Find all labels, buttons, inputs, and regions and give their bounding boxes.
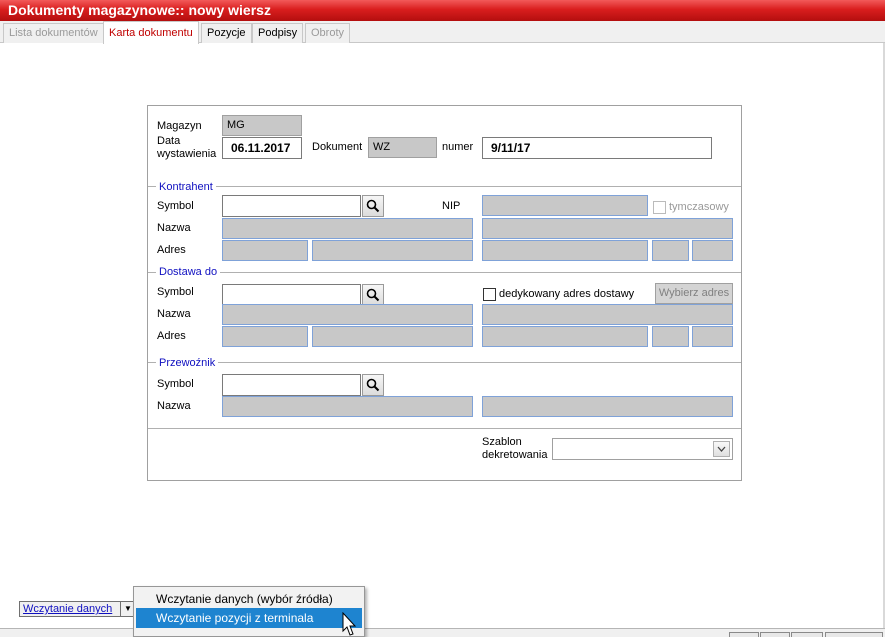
tab-lista-dokumentow[interactable]: Lista dokumentów [3, 23, 104, 43]
dostawa-adres-field-5[interactable] [692, 326, 733, 347]
window-title: Dokumenty magazynowe:: nowy wiersz [0, 0, 885, 21]
menu-item-wybor-zrodla[interactable]: Wczytanie danych (wybór źródła) [136, 589, 362, 609]
tymczasowy-checkbox[interactable] [653, 201, 666, 214]
dostawa-nazwa-field[interactable] [222, 304, 473, 325]
dostawa-symbol-label: Symbol [157, 286, 194, 298]
dostawa-adres-field-2[interactable] [312, 326, 473, 347]
dostawa-symbol-input[interactable] [222, 284, 361, 306]
wczytanie-danych-label[interactable]: Wczytanie danych [20, 602, 121, 616]
tab-pozycje[interactable]: Pozycje [201, 23, 252, 43]
dokument-field[interactable]: WZ [368, 137, 437, 158]
przewoznik-nazwa-label: Nazwa [157, 400, 191, 412]
status-button-4[interactable] [825, 632, 883, 637]
wybierz-adres-button[interactable]: Wybierz adres [655, 283, 733, 304]
data-label-line2: wystawienia [157, 148, 217, 160]
chevron-down-icon [717, 446, 726, 452]
przewoznik-nazwa-field[interactable] [222, 396, 473, 417]
status-button-3[interactable] [791, 632, 823, 637]
kontrahent-adres-field-2[interactable] [312, 240, 473, 261]
dostawa-adres-field-1[interactable] [222, 326, 308, 347]
status-button-1[interactable] [729, 632, 759, 637]
kontrahent-symbol-label: Symbol [157, 200, 194, 212]
dostawa-nazwa-label: Nazwa [157, 308, 191, 320]
przewoznik-group-label: Przewoźnik [156, 357, 219, 370]
przewoznik-symbol-input[interactable] [222, 374, 361, 396]
przewoznik-symbol-label: Symbol [157, 378, 194, 390]
dedykowany-adres-checkbox[interactable] [483, 288, 496, 301]
kontrahent-search-button[interactable] [362, 195, 384, 217]
kontrahent-nazwa2-field[interactable] [482, 218, 733, 239]
menu-item-pozycje-z-terminala[interactable]: Wczytanie pozycji z terminala [136, 608, 362, 628]
search-icon [366, 378, 380, 392]
przewoznik-separator [148, 362, 741, 363]
tymczasowy-label: tymczasowy [669, 201, 729, 213]
tab-karta-dokumentu[interactable]: Karta dokumentu [103, 21, 199, 44]
szablon-separator [148, 428, 741, 429]
kontrahent-separator [148, 186, 741, 187]
kontrahent-symbol-input[interactable] [222, 195, 361, 217]
status-button-2[interactable] [760, 632, 790, 637]
tab-bar: Lista dokumentów Karta dokumentu Pozycje… [0, 21, 885, 44]
szablon-dropdown-button[interactable] [713, 441, 730, 457]
dostawa-adres-label: Adres [157, 330, 186, 342]
dostawa-separator [148, 272, 741, 273]
szablon-dekretowania-select[interactable] [552, 438, 733, 460]
przewoznik-search-button[interactable] [362, 374, 384, 396]
szablon-label-line1: Szablon [482, 436, 522, 448]
nip-label: NIP [442, 200, 461, 212]
wczytanie-menu: Wczytanie danych (wybór źródła) Wczytani… [133, 586, 365, 637]
tab-obroty[interactable]: Obroty [305, 23, 351, 43]
dostawa-adres-field-4[interactable] [652, 326, 689, 347]
dostawa-group-label: Dostawa do [156, 266, 221, 279]
kontrahent-adres-field-3[interactable] [482, 240, 648, 261]
nip-field[interactable] [482, 195, 648, 216]
wczytanie-danych-button[interactable]: Wczytanie danych ▼ [19, 601, 136, 617]
magazyn-field[interactable]: MG [222, 115, 302, 136]
dostawa-nazwa2-field[interactable] [482, 304, 733, 325]
numer-field[interactable]: 9/11/17 [482, 137, 712, 159]
tab-podpisy[interactable]: Podpisy [252, 23, 304, 43]
kontrahent-nazwa-field[interactable] [222, 218, 473, 239]
magazyn-label: Magazyn [157, 120, 202, 132]
kontrahent-adres-field-4[interactable] [652, 240, 689, 261]
numer-label: numer [442, 141, 474, 153]
kontrahent-nazwa-label: Nazwa [157, 222, 191, 234]
search-icon [366, 288, 380, 302]
kontrahent-adres-field-5[interactable] [692, 240, 733, 261]
przewoznik-nazwa2-field[interactable] [482, 396, 733, 417]
kontrahent-adres-label: Adres [157, 244, 186, 256]
dokument-label: Dokument [312, 141, 363, 153]
mouse-cursor-icon [342, 612, 357, 636]
kontrahent-adres-field-1[interactable] [222, 240, 308, 261]
data-label-line1: Data [157, 135, 181, 147]
dedykowany-adres-label: dedykowany adres dostawy [499, 288, 635, 300]
document-card-panel: Magazyn MG Data wystawienia 06.11.2017 D… [147, 105, 742, 481]
data-wystawienia-field[interactable]: 06.11.2017 [222, 137, 302, 159]
search-icon [366, 199, 380, 213]
dostawa-adres-field-3[interactable] [482, 326, 648, 347]
szablon-label-line2: dekretowania [482, 449, 548, 461]
kontrahent-group-label: Kontrahent [156, 181, 216, 194]
dostawa-search-button[interactable] [362, 284, 384, 306]
